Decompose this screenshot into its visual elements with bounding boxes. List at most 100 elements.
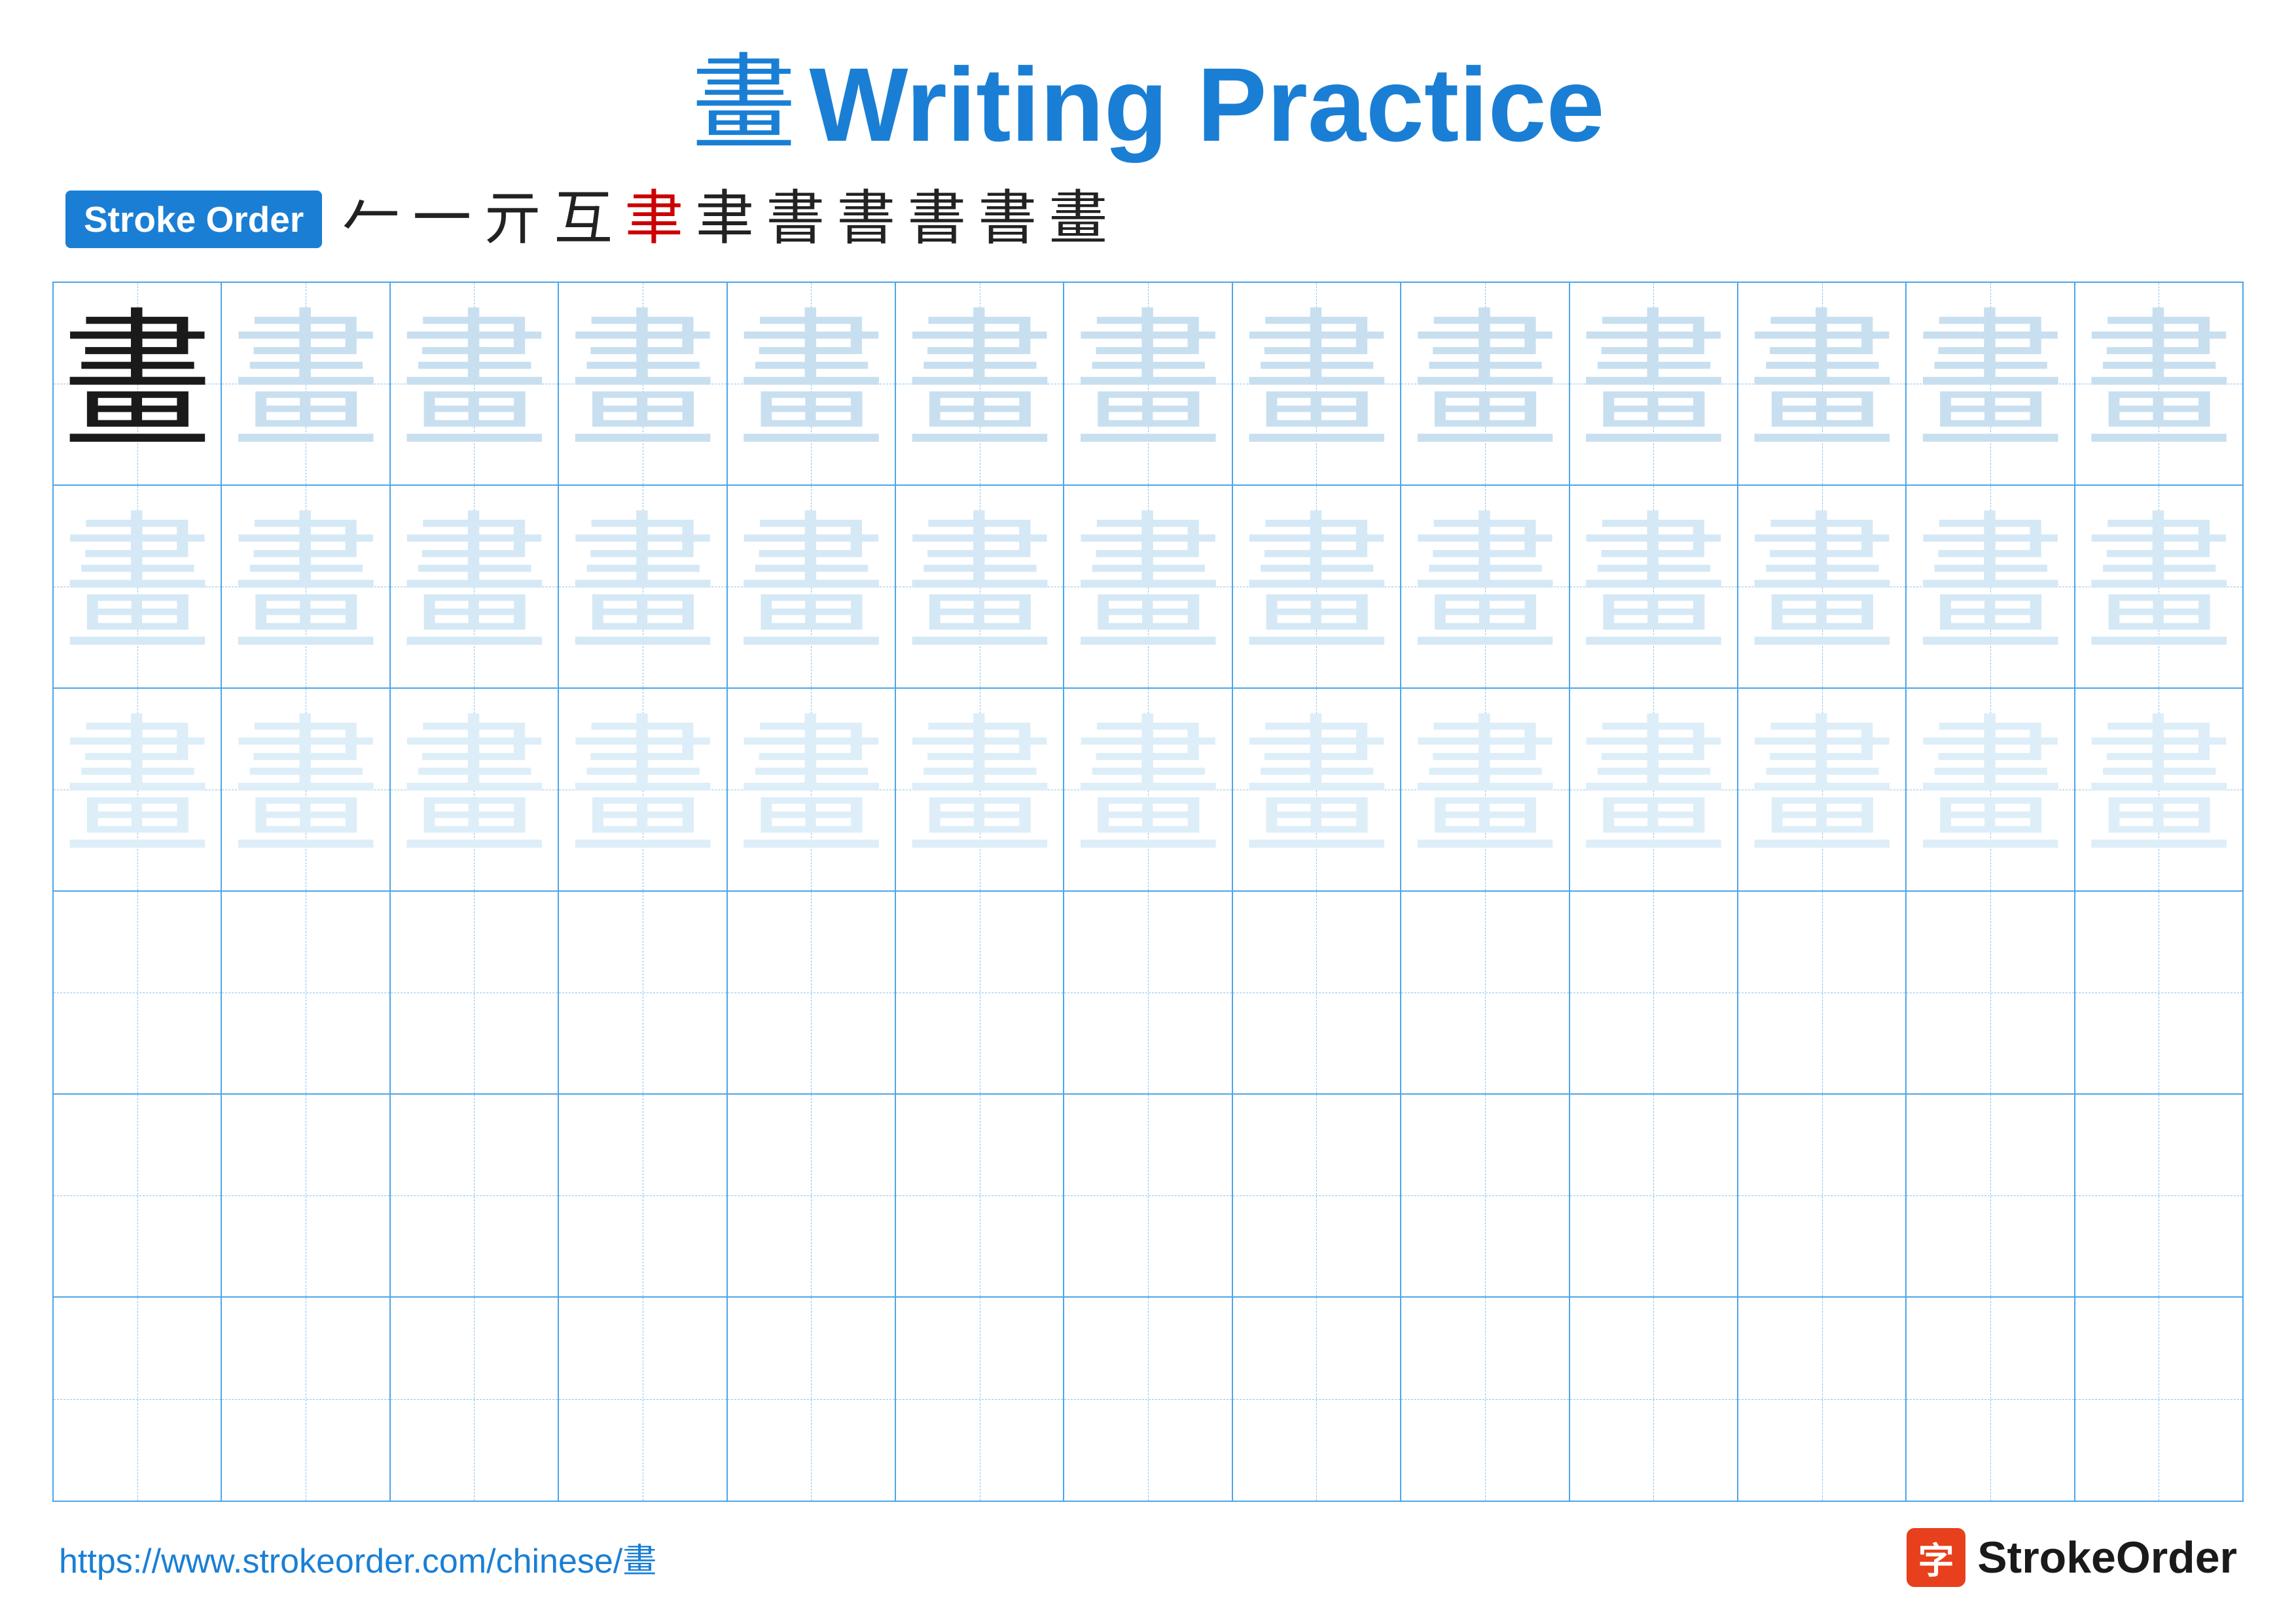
practice-char-ghost: 畫 (399, 308, 549, 459)
grid-cell[interactable]: 畫 (728, 689, 896, 890)
grid-cell[interactable] (1064, 1095, 1232, 1296)
grid-cell[interactable]: 畫 (1570, 283, 1738, 484)
practice-char-ghost: 畫 (230, 308, 381, 459)
grid-cell[interactable] (1233, 1298, 1401, 1501)
grid-cell[interactable]: 畫 (1738, 689, 1907, 890)
grid-cell[interactable] (728, 1095, 896, 1296)
grid-cell[interactable]: 畫 (54, 689, 222, 890)
grid-cell[interactable] (222, 892, 390, 1093)
practice-char-ghost: 畫 (567, 511, 718, 662)
grid-cell[interactable]: 畫 (2075, 486, 2242, 687)
practice-char-ghost: 畫 (1915, 714, 2066, 865)
grid-cell[interactable] (559, 892, 727, 1093)
grid-cell[interactable] (1233, 892, 1401, 1093)
grid-cell[interactable]: 畫 (2075, 283, 2242, 484)
grid-cell[interactable]: 畫 (1570, 689, 1738, 890)
grid-cell[interactable] (1401, 1298, 1570, 1501)
strokeorder-logo-icon: 字 (1907, 1528, 1965, 1587)
practice-char-ghost: 畫 (736, 511, 886, 662)
grid-cell[interactable] (2075, 1298, 2242, 1501)
grid-cell[interactable] (1401, 892, 1570, 1093)
practice-char-ghost: 畫 (2083, 511, 2234, 662)
grid-cell[interactable]: 畫 (1064, 689, 1232, 890)
footer-url[interactable]: https://www.strokeorder.com/chinese/畫 (59, 1533, 656, 1582)
grid-cell[interactable]: 畫 (222, 283, 390, 484)
stroke-order-row: Stroke Order 𠂉 一 亓 互 聿 聿 書 書 書 書 畫 (52, 190, 2244, 249)
grid-cell[interactable]: 畫 (728, 283, 896, 484)
grid-cell[interactable] (1907, 892, 2075, 1093)
grid-cell[interactable]: 畫 (1064, 486, 1232, 687)
grid-cell[interactable]: 畫 (54, 486, 222, 687)
grid-cell[interactable] (896, 1095, 1064, 1296)
grid-cell[interactable]: 畫 (1401, 283, 1570, 484)
grid-cell[interactable] (728, 892, 896, 1093)
grid-cell[interactable] (1401, 1095, 1570, 1296)
grid-cell[interactable] (2075, 1095, 2242, 1296)
grid-cell[interactable]: 畫 (1401, 486, 1570, 687)
grid-cell[interactable] (559, 1095, 727, 1296)
grid-cell[interactable]: 畫 (1738, 283, 1907, 484)
grid-cell[interactable]: 畫 (2075, 689, 2242, 890)
grid-cell[interactable] (391, 892, 559, 1093)
grid-cell[interactable]: 畫 (1233, 283, 1401, 484)
practice-char-ghost: 畫 (905, 511, 1055, 662)
grid-cell[interactable] (54, 892, 222, 1093)
grid-cell[interactable]: 畫 (54, 283, 222, 484)
grid-cell[interactable] (896, 1298, 1064, 1501)
grid-cell[interactable] (1738, 1095, 1907, 1296)
grid-cell[interactable]: 畫 (1907, 486, 2075, 687)
practice-char-ghost: 畫 (736, 714, 886, 865)
grid-cell[interactable]: 畫 (728, 486, 896, 687)
grid-cell[interactable]: 畫 (1738, 486, 1907, 687)
grid-cell[interactable]: 畫 (559, 283, 727, 484)
grid-cell[interactable] (54, 1298, 222, 1501)
grid-cell[interactable]: 畫 (559, 689, 727, 890)
grid-cell[interactable]: 畫 (222, 689, 390, 890)
grid-cell[interactable] (896, 892, 1064, 1093)
grid-cell[interactable] (1738, 1298, 1907, 1501)
stroke-9: 書 (907, 190, 966, 249)
grid-cell[interactable]: 畫 (1233, 689, 1401, 890)
stroke-chars-container: 𠂉 一 亓 互 聿 聿 書 書 書 書 畫 (342, 190, 1107, 249)
grid-cell[interactable] (54, 1095, 222, 1296)
grid-cell[interactable] (1570, 892, 1738, 1093)
practice-char-ghost: 畫 (1747, 308, 1897, 459)
grid-cell[interactable] (1907, 1298, 2075, 1501)
grid-cell[interactable]: 畫 (1233, 486, 1401, 687)
grid-cell[interactable] (1738, 892, 1907, 1093)
grid-cell[interactable]: 畫 (1064, 283, 1232, 484)
grid-cell[interactable] (559, 1298, 727, 1501)
grid-cell[interactable] (1570, 1095, 1738, 1296)
practice-char-ghost: 畫 (1410, 511, 1560, 662)
grid-cell[interactable]: 畫 (896, 283, 1064, 484)
grid-cell[interactable]: 畫 (896, 486, 1064, 687)
practice-char-ghost: 畫 (1073, 511, 1223, 662)
grid-cell[interactable]: 畫 (559, 486, 727, 687)
grid-cell[interactable] (391, 1298, 559, 1501)
practice-char-ghost: 畫 (62, 511, 213, 662)
grid-cell[interactable] (1233, 1095, 1401, 1296)
grid-cell[interactable]: 畫 (391, 689, 559, 890)
practice-char-ghost: 畫 (1073, 714, 1223, 865)
grid-cell[interactable] (728, 1298, 896, 1501)
grid-cell[interactable]: 畫 (1907, 689, 2075, 890)
grid-cell[interactable]: 畫 (896, 689, 1064, 890)
footer-logo: 字 StrokeOrder (1907, 1528, 2237, 1587)
grid-cell[interactable] (222, 1298, 390, 1501)
grid-cell[interactable]: 畫 (391, 283, 559, 484)
practice-char-dark: 畫 (62, 308, 213, 459)
grid-cell[interactable] (2075, 892, 2242, 1093)
grid-cell[interactable]: 畫 (222, 486, 390, 687)
grid-cell[interactable] (1570, 1298, 1738, 1501)
grid-cell[interactable] (1907, 1095, 2075, 1296)
grid-cell[interactable]: 畫 (1570, 486, 1738, 687)
stroke-10: 書 (978, 190, 1037, 249)
grid-cell[interactable] (391, 1095, 559, 1296)
grid-cell[interactable] (1064, 892, 1232, 1093)
grid-cell[interactable]: 畫 (391, 486, 559, 687)
grid-cell[interactable] (222, 1095, 390, 1296)
stroke-7: 書 (766, 190, 825, 249)
grid-cell[interactable]: 畫 (1401, 689, 1570, 890)
grid-cell[interactable] (1064, 1298, 1232, 1501)
grid-cell[interactable]: 畫 (1907, 283, 2075, 484)
